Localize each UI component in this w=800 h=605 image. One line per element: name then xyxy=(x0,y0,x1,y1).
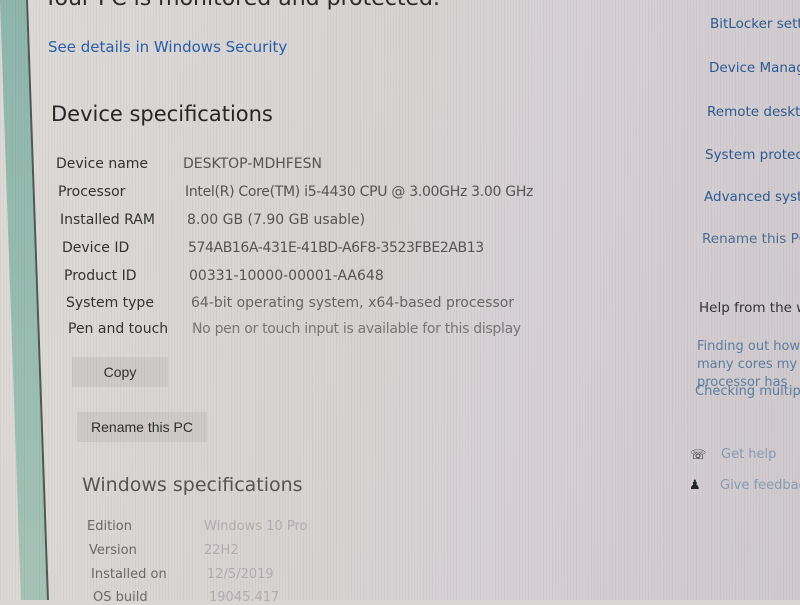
get-help-icon: ☏ xyxy=(690,448,707,463)
spec-value: 64-bit operating system, x64-based proce… xyxy=(191,295,515,311)
advanced-system-settings-link[interactable]: Advanced system settings xyxy=(704,189,800,205)
win-value: 22H2 xyxy=(204,543,239,558)
spec-label: Device name xyxy=(56,156,149,172)
win-label: Installed on xyxy=(91,567,167,582)
monitor-bezel xyxy=(0,0,49,600)
spec-label: System type xyxy=(66,295,154,311)
windows-security-link[interactable]: See details in Windows Security xyxy=(48,38,287,56)
spec-value: 00331-10000-00001-AA648 xyxy=(189,268,384,284)
spec-label: Processor xyxy=(58,184,126,200)
win-label: OS build xyxy=(93,590,148,605)
win-label: Edition xyxy=(87,519,132,534)
win-value: 19045.417 xyxy=(209,590,280,605)
languages-help-link[interactable]: Checking multiple languages support xyxy=(695,384,800,399)
system-protection-link[interactable]: System protection xyxy=(705,147,800,163)
spec-value: 8.00 GB (7.90 GB usable) xyxy=(187,212,366,228)
spec-value: Intel(R) Core(TM) i5-4430 CPU @ 3.00GHz … xyxy=(185,184,534,200)
device-manager-link[interactable]: Device Manager xyxy=(709,60,800,76)
remote-desktop-link[interactable]: Remote desktop xyxy=(707,104,800,120)
copy-button[interactable]: Copy xyxy=(72,357,168,387)
spec-label: Product ID xyxy=(64,268,137,284)
spec-label: Device ID xyxy=(62,240,130,256)
rename-pc-advanced-link[interactable]: Rename this PC (advanced) xyxy=(702,231,800,247)
device-specifications-title: Device specifications xyxy=(51,102,273,126)
spec-label: Installed RAM xyxy=(60,212,155,228)
protection-status: Your PC is monitored and protected. xyxy=(44,0,440,11)
spec-label: Pen and touch xyxy=(68,321,169,337)
give-feedback-link[interactable]: Give feedback xyxy=(720,478,800,493)
spec-value: DESKTOP-MDHFESN xyxy=(183,156,323,172)
spec-value: 574AB16A-431E-41BD-A6F8-3523FBE2AB13 xyxy=(188,240,484,256)
rename-pc-button[interactable]: Rename this PC xyxy=(77,412,207,442)
settings-about-page: Your PC is monitored and protected. See … xyxy=(0,0,800,605)
win-value: 12/5/2019 xyxy=(207,567,274,582)
windows-specifications-title: Windows specifications xyxy=(82,474,303,496)
give-feedback-icon: ♟ xyxy=(689,478,701,493)
win-value: Windows 10 Pro xyxy=(204,519,308,534)
bitlocker-settings-link[interactable]: BitLocker settings xyxy=(710,16,800,32)
win-label: Version xyxy=(89,543,137,558)
spec-value: No pen or touch input is available for t… xyxy=(192,321,521,337)
help-from-web-heading: Help from the web xyxy=(699,300,800,316)
get-help-link[interactable]: Get help xyxy=(721,447,776,462)
